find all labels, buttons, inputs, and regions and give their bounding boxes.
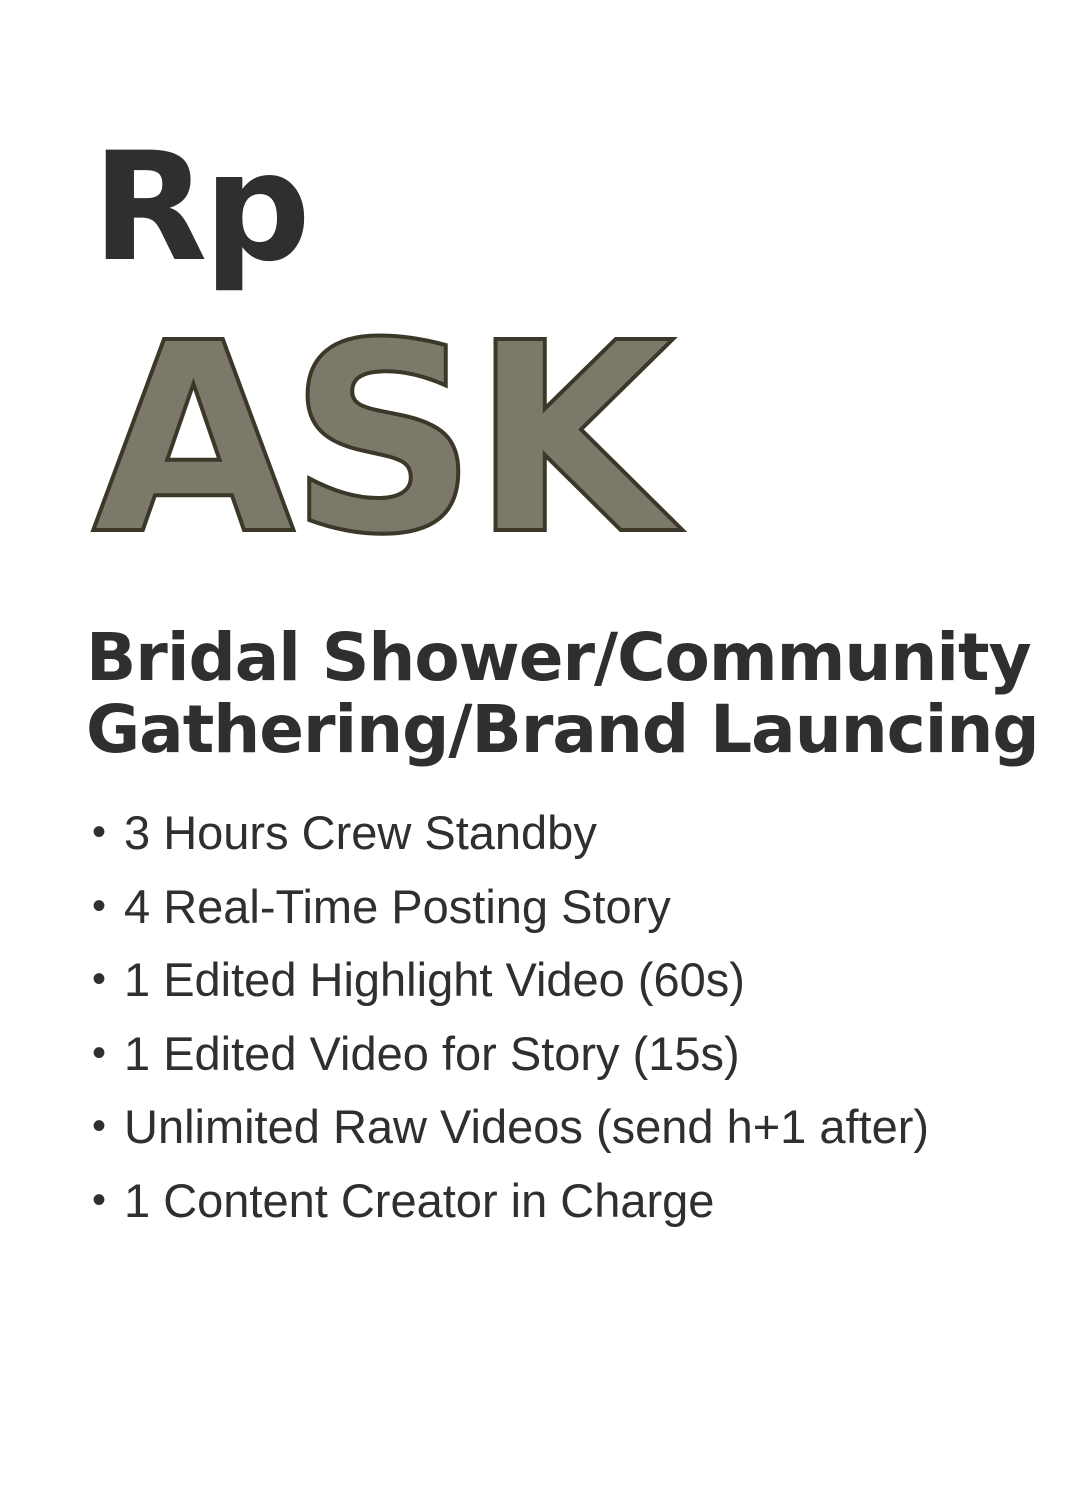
- bullet-icon: •: [92, 1104, 107, 1149]
- bullet-icon: •: [92, 957, 107, 1002]
- feature-item: • 1 Edited Video for Story (15s): [92, 1017, 1052, 1091]
- bullet-icon: •: [92, 883, 107, 928]
- feature-item: • 4 Real-Time Posting Story: [92, 870, 1052, 944]
- feature-text: Unlimited Raw Videos (send h+1 after): [124, 1100, 930, 1154]
- bullet-icon: •: [92, 1030, 107, 1075]
- feature-item: • 1 Edited Highlight Video (60s): [92, 943, 1052, 1017]
- price-value: ASK: [90, 287, 676, 592]
- package-title-line-2: Gathering/Brand Launcing: [86, 691, 1040, 768]
- feature-text: 1 Edited Highlight Video (60s): [124, 953, 745, 1007]
- bullet-icon: •: [92, 1177, 107, 1222]
- currency-label: Rp: [92, 121, 311, 295]
- feature-text: 4 Real-Time Posting Story: [124, 879, 671, 933]
- feature-item: • 3 Hours Crew Standby: [92, 796, 1052, 870]
- feature-text: 1 Content Creator in Charge: [124, 1173, 715, 1227]
- feature-text: 3 Hours Crew Standby: [124, 806, 597, 860]
- feature-item: • Unlimited Raw Videos (send h+1 after): [92, 1090, 1052, 1164]
- feature-list: • 3 Hours Crew Standby • 4 Real-Time Pos…: [92, 796, 1052, 1237]
- feature-item: • 1 Content Creator in Charge: [92, 1164, 1052, 1238]
- feature-text: 1 Edited Video for Story (15s): [124, 1026, 740, 1080]
- pricing-card: Rp ASK Bridal Shower/Community Gathering…: [0, 0, 1080, 1512]
- bullet-icon: •: [92, 810, 107, 855]
- package-title: Bridal Shower/Community Gathering/Brand …: [86, 622, 1046, 766]
- package-title-line-1: Bridal Shower/Community: [86, 619, 1032, 696]
